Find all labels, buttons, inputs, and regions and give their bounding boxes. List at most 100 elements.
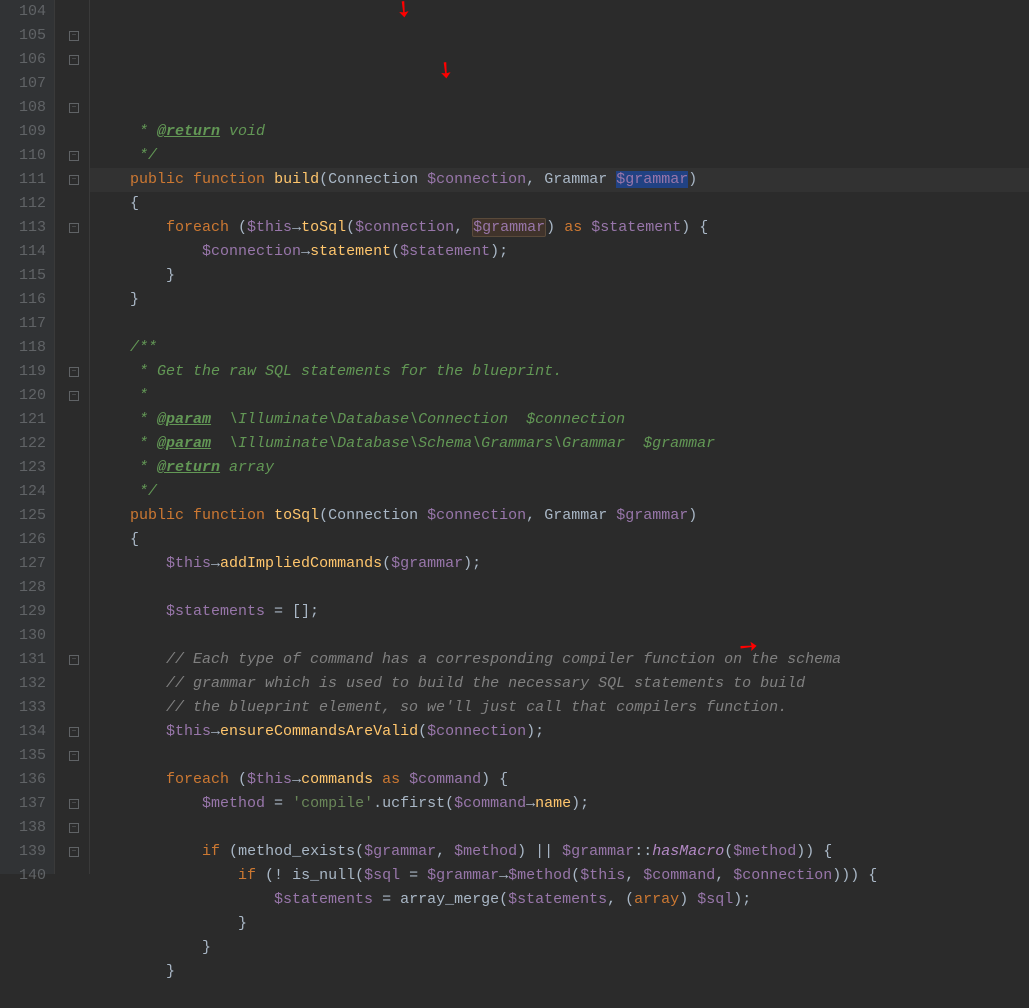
code-line[interactable]: { bbox=[90, 528, 1029, 552]
code-token: */ bbox=[139, 483, 157, 500]
code-line[interactable]: $this→addImpliedCommands($grammar); bbox=[90, 552, 1029, 576]
code-line[interactable]: * @return array bbox=[90, 456, 1029, 480]
fold-open-icon[interactable]: − bbox=[69, 391, 79, 401]
code-line[interactable] bbox=[90, 624, 1029, 648]
code-token: , bbox=[625, 867, 643, 884]
code-token bbox=[94, 795, 202, 812]
code-token: ); bbox=[490, 243, 508, 260]
code-token: ensureCommandsAreValid bbox=[220, 723, 418, 740]
fold-close-icon[interactable]: − bbox=[69, 175, 79, 185]
code-line[interactable]: foreach ($this→toSql($connection, $gramm… bbox=[90, 216, 1029, 240]
code-line[interactable]: if (! is_null($sql = $grammar→$method($t… bbox=[90, 864, 1029, 888]
code-line[interactable]: public function toSql(Connection $connec… bbox=[90, 504, 1029, 528]
code-line[interactable]: } bbox=[90, 912, 1029, 936]
code-token: → bbox=[499, 867, 508, 884]
fold-close-icon[interactable]: − bbox=[69, 367, 79, 377]
code-token: if bbox=[202, 843, 220, 860]
code-line[interactable] bbox=[90, 816, 1029, 840]
code-line[interactable]: // the blueprint element, so we'll just … bbox=[90, 696, 1029, 720]
code-line[interactable]: $statements = array_merge($statements, (… bbox=[90, 888, 1029, 912]
line-number: 117 bbox=[0, 312, 46, 336]
code-token bbox=[94, 123, 139, 140]
code-token: * bbox=[139, 459, 157, 476]
code-token: , bbox=[436, 843, 454, 860]
code-token: ( bbox=[319, 171, 328, 188]
fold-close-icon[interactable]: − bbox=[69, 823, 79, 833]
code-line[interactable]: $this→ensureCommandsAreValid($connection… bbox=[90, 720, 1029, 744]
code-line[interactable]: * @param \Illuminate\Database\Schema\Gra… bbox=[90, 432, 1029, 456]
code-token: $grammar bbox=[643, 435, 715, 452]
code-line[interactable]: foreach ($this→commands as $command) { bbox=[90, 768, 1029, 792]
fold-close-icon[interactable]: − bbox=[69, 847, 79, 857]
code-token: → bbox=[526, 795, 535, 812]
code-token: $connection bbox=[526, 411, 625, 428]
code-token: ( bbox=[319, 507, 328, 524]
fold-close-icon[interactable]: − bbox=[69, 799, 79, 809]
code-token: ); bbox=[571, 795, 589, 812]
code-line[interactable]: if (method_exists($grammar, $method) || … bbox=[90, 840, 1029, 864]
code-line[interactable]: * @return void bbox=[90, 120, 1029, 144]
code-token: \Illuminate\Database\Schema\Grammars\Gra… bbox=[211, 435, 643, 452]
code-token: , bbox=[526, 507, 544, 524]
fold-open-icon[interactable]: − bbox=[69, 223, 79, 233]
code-area[interactable]: ➚ ➚ ➚ * @return void */ public function … bbox=[90, 0, 1029, 874]
code-line[interactable]: $connection→statement($statement); bbox=[90, 240, 1029, 264]
code-token: } bbox=[94, 939, 211, 956]
code-line[interactable]: $method = 'compile'.ucfirst($command→nam… bbox=[90, 792, 1029, 816]
line-number: 136 bbox=[0, 768, 46, 792]
fold-close-icon[interactable]: − bbox=[69, 31, 79, 41]
code-line[interactable]: /** bbox=[90, 336, 1029, 360]
code-line[interactable] bbox=[90, 744, 1029, 768]
code-token bbox=[94, 411, 139, 428]
code-line[interactable]: // grammar which is used to build the ne… bbox=[90, 672, 1029, 696]
code-line[interactable]: // Each type of command has a correspond… bbox=[90, 648, 1029, 672]
code-line[interactable]: * bbox=[90, 384, 1029, 408]
code-token: Grammar bbox=[544, 507, 616, 524]
code-token: ( bbox=[499, 891, 508, 908]
code-token: ucfirst bbox=[382, 795, 445, 812]
fold-open-icon[interactable]: − bbox=[69, 751, 79, 761]
code-token: foreach bbox=[166, 219, 229, 236]
code-line[interactable]: } bbox=[90, 936, 1029, 960]
code-token: $this bbox=[166, 723, 211, 740]
fold-close-icon[interactable]: − bbox=[69, 151, 79, 161]
code-token: . bbox=[373, 795, 382, 812]
code-line[interactable] bbox=[90, 312, 1029, 336]
code-line[interactable]: * @param \Illuminate\Database\Connection… bbox=[90, 408, 1029, 432]
code-token: $this bbox=[580, 867, 625, 884]
code-line[interactable]: $statements = []; bbox=[90, 600, 1029, 624]
code-line[interactable]: { bbox=[90, 192, 1029, 216]
code-line[interactable]: public function build(Connection $connec… bbox=[90, 168, 1029, 192]
line-number: 139 bbox=[0, 840, 46, 864]
code-token: = bbox=[373, 891, 400, 908]
code-token: $this bbox=[247, 219, 292, 236]
fold-open-icon[interactable]: − bbox=[69, 727, 79, 737]
code-line[interactable]: */ bbox=[90, 480, 1029, 504]
fold-open-icon[interactable]: − bbox=[69, 55, 79, 65]
line-number: 118 bbox=[0, 336, 46, 360]
code-line[interactable] bbox=[90, 984, 1029, 1008]
code-line[interactable]: */ bbox=[90, 144, 1029, 168]
fold-open-icon[interactable]: − bbox=[69, 655, 79, 665]
line-number: 125 bbox=[0, 504, 46, 528]
code-line[interactable]: * Get the raw SQL statements for the blu… bbox=[90, 360, 1029, 384]
code-token: { bbox=[94, 195, 139, 212]
code-token: * bbox=[139, 387, 148, 404]
line-number: 107 bbox=[0, 72, 46, 96]
code-token: is_null bbox=[292, 867, 355, 884]
code-token: $connection bbox=[733, 867, 832, 884]
code-line[interactable]: } bbox=[90, 264, 1029, 288]
code-line[interactable]: } bbox=[90, 288, 1029, 312]
code-token: } bbox=[94, 915, 247, 932]
code-line[interactable]: } bbox=[90, 960, 1029, 984]
code-line[interactable] bbox=[90, 576, 1029, 600]
code-token: ( bbox=[229, 219, 247, 236]
code-token: $connection bbox=[427, 723, 526, 740]
code-token: $statements bbox=[166, 603, 265, 620]
line-number: 115 bbox=[0, 264, 46, 288]
code-token: ( bbox=[418, 723, 427, 740]
fold-open-icon[interactable]: − bbox=[69, 103, 79, 113]
code-token: $sql bbox=[364, 867, 400, 884]
line-number: 111 bbox=[0, 168, 46, 192]
code-token bbox=[94, 147, 139, 164]
